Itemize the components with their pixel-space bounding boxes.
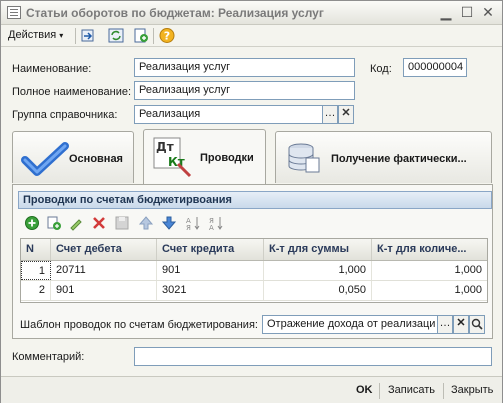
delete-icon[interactable]: [91, 215, 107, 231]
template-field[interactable]: Отражение дохода от реализаци: [262, 315, 438, 334]
template-clear-button[interactable]: ✕: [453, 315, 469, 334]
close-button[interactable]: Закрыть: [451, 384, 493, 396]
code-field[interactable]: 000000004: [403, 58, 467, 77]
help-icon[interactable]: ?: [158, 27, 176, 44]
cell-k-sum[interactable]: 0,050: [264, 281, 372, 300]
fullname-label: Полное наименование:: [12, 86, 132, 98]
table-row[interactable]: 2 901 3021 0,050 1,000: [21, 281, 487, 301]
postings-group-header: Проводки по счетам бюджетирвоания: [18, 191, 492, 209]
group-field[interactable]: Реализация: [134, 105, 323, 124]
svg-text:Я: Я: [186, 224, 191, 231]
move-up-icon[interactable]: [138, 215, 154, 231]
save-disabled-icon[interactable]: [114, 215, 130, 231]
name-field[interactable]: Реализация услуг: [134, 58, 355, 77]
table-header: N Счет дебета Счет кредита К-т для суммы…: [21, 239, 487, 261]
save-button[interactable]: Записать: [388, 384, 435, 396]
edit-icon[interactable]: [68, 215, 84, 231]
svg-text:Дт: Дт: [156, 140, 174, 154]
column-header-credit[interactable]: Счет кредита: [157, 239, 264, 260]
title-bar[interactable]: Статьи оборотов по бюджетам: Реализация …: [1, 1, 502, 25]
footer-bar: OK Записать Закрыть: [1, 376, 502, 403]
cell-n[interactable]: 1: [21, 261, 51, 280]
new-copy-icon[interactable]: [132, 27, 150, 44]
column-header-k-qty[interactable]: К-т для количе...: [372, 239, 487, 260]
column-header-n[interactable]: N: [21, 239, 51, 260]
cell-debit[interactable]: 20711: [51, 261, 157, 280]
move-down-icon[interactable]: [161, 215, 177, 231]
sort-ascending-icon[interactable]: АЯ: [185, 215, 201, 231]
svg-text:А: А: [209, 224, 214, 231]
cell-k-sum[interactable]: 1,000: [264, 261, 372, 280]
cell-k-qty[interactable]: 1,000: [372, 281, 487, 300]
chevron-down-icon: ▾: [59, 31, 64, 40]
tab-main-label: Основная: [69, 153, 123, 165]
name-label: Наименование:: [12, 63, 92, 75]
cell-n[interactable]: 2: [21, 281, 51, 300]
tab-actual-data-label: Получение фактически...: [331, 153, 467, 165]
maximize-button[interactable]: ☐: [459, 4, 475, 20]
tab-postings[interactable]: Дт Кт Проводки: [143, 129, 266, 185]
cell-debit[interactable]: 901: [51, 281, 157, 300]
toolbar: Действия ▾ ?: [1, 25, 502, 47]
refresh-icon[interactable]: [107, 27, 125, 44]
cell-credit[interactable]: 3021: [157, 281, 264, 300]
magnifier-icon: [471, 318, 483, 330]
comment-label: Комментарий:: [12, 351, 85, 363]
actions-label: Действия: [8, 29, 57, 41]
sort-descending-icon[interactable]: ЯА: [208, 215, 224, 231]
actions-menu[interactable]: Действия ▾: [8, 29, 63, 41]
close-window-button[interactable]: ✕: [480, 4, 496, 20]
template-open-button[interactable]: [469, 315, 485, 334]
tab-postings-label: Проводки: [200, 152, 254, 164]
code-label: Код:: [370, 63, 392, 75]
column-header-debit[interactable]: Счет дебета: [51, 239, 157, 260]
minimize-button[interactable]: ▁: [438, 4, 454, 20]
dt-kt-icon: Дт Кт: [153, 137, 192, 178]
form-icon: [7, 6, 21, 19]
go-to-icon[interactable]: [79, 27, 97, 44]
tab-actual-data[interactable]: Получение фактически...: [275, 131, 492, 183]
cell-k-qty[interactable]: 1,000: [372, 261, 487, 280]
add-icon[interactable]: [24, 215, 40, 231]
postings-table[interactable]: N Счет дебета Счет кредита К-т для суммы…: [20, 238, 488, 303]
form-window: Статьи оборотов по бюджетам: Реализация …: [0, 0, 503, 403]
template-select-button[interactable]: …: [437, 315, 453, 334]
database-icon: [288, 143, 320, 173]
group-select-button[interactable]: …: [322, 105, 338, 124]
copy-row-icon[interactable]: [46, 215, 62, 231]
column-header-k-sum[interactable]: К-т для суммы: [264, 239, 372, 260]
group-clear-button[interactable]: ✕: [338, 105, 354, 124]
comment-field[interactable]: [134, 347, 492, 366]
ok-button[interactable]: OK: [356, 384, 373, 396]
fullname-field[interactable]: Реализация услуг: [134, 81, 355, 100]
table-row[interactable]: 1 20711 901 1,000 1,000: [21, 261, 487, 281]
window-title: Статьи оборотов по бюджетам: Реализация …: [26, 6, 324, 20]
cell-credit[interactable]: 901: [157, 261, 264, 280]
template-label: Шаблон проводок по счетам бюджетирования…: [20, 319, 258, 331]
tab-main[interactable]: Основная: [12, 131, 134, 183]
checkmark-icon: [21, 142, 69, 176]
svg-text:?: ?: [164, 30, 170, 43]
group-label: Группа справочника:: [12, 109, 118, 121]
